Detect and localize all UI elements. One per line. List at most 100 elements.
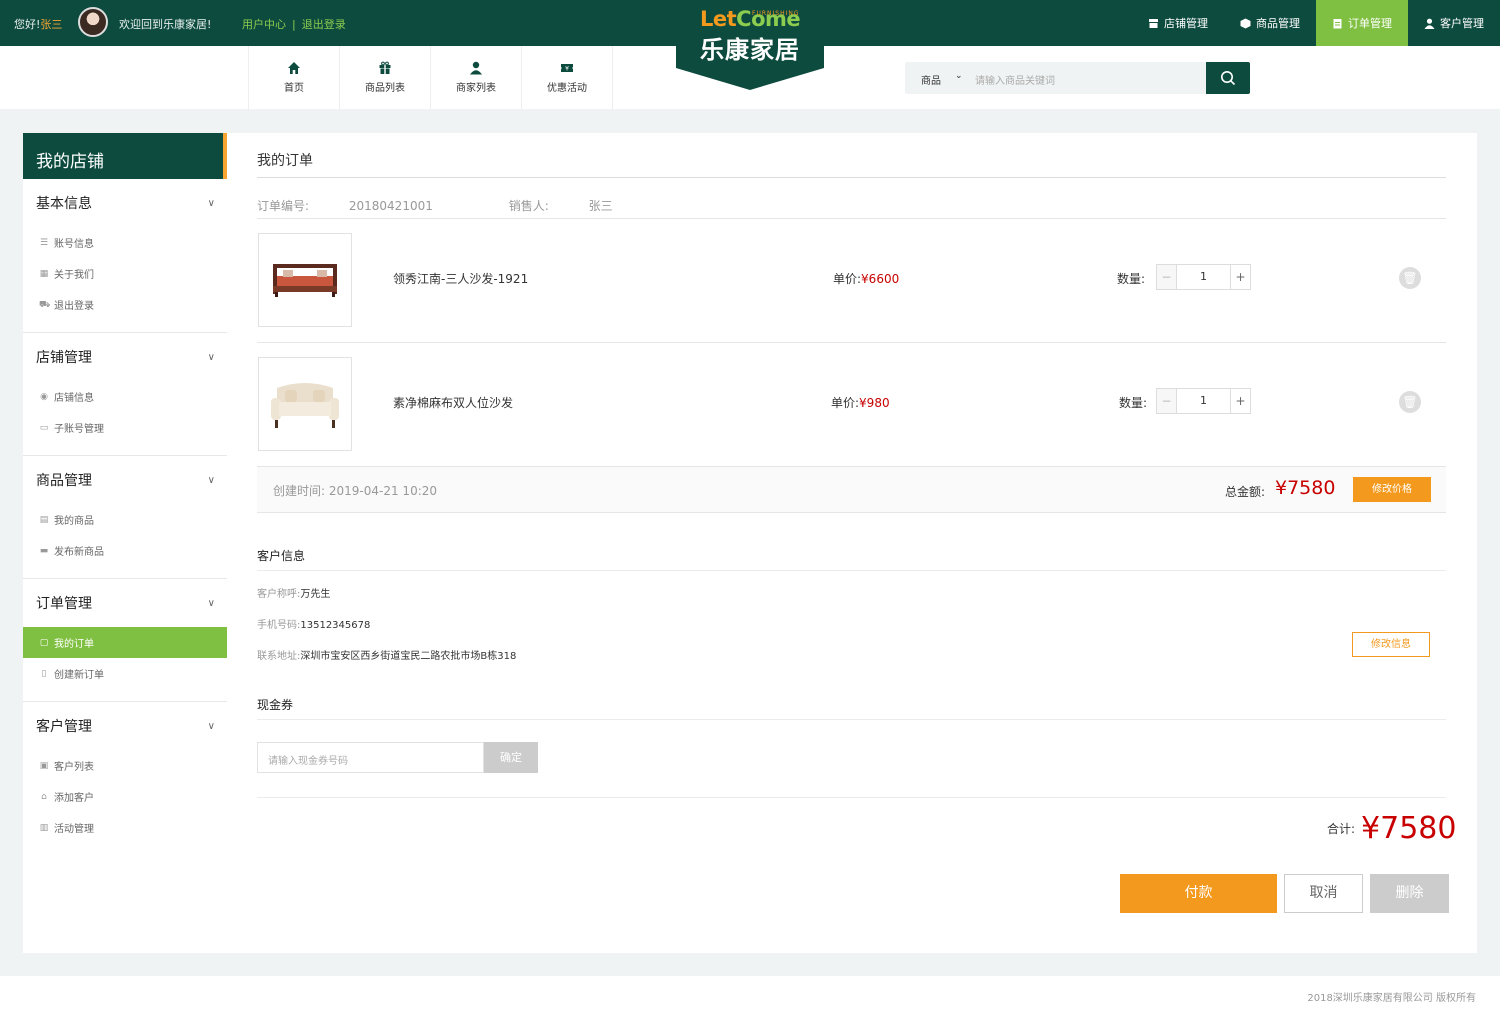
top-nav-products[interactable]: 商品管理 [1224, 0, 1316, 46]
edit-price-button[interactable]: 修改价格 [1353, 477, 1431, 502]
copyright: 2018深圳乐康家居有限公司 版权所有 [1307, 993, 1476, 1004]
avatar[interactable] [78, 7, 108, 37]
sidebar-item-label: 账号信息 [54, 239, 94, 250]
order-item-row: 领秀江南-三人沙发-1921 单价:¥6600 数量: − 1 + 🗑 [257, 233, 1446, 357]
price-value: ¥6600 [861, 272, 900, 286]
search-input[interactable]: 请输入商品关键词 [975, 72, 1055, 87]
search-bar: 商品 ⌄ 请输入商品关键词 [905, 62, 1250, 94]
sidebar-item-new-product[interactable]: ▬ 发布新商品 [23, 535, 227, 566]
search-icon [1221, 71, 1236, 86]
chevron-down-icon[interactable]: ⌄ [955, 71, 963, 81]
edit-info-button[interactable]: 修改信息 [1352, 632, 1430, 657]
sidebar-item-my-products[interactable]: ▤ 我的商品 [23, 504, 227, 535]
sidebar-item-label: 店铺信息 [54, 393, 94, 404]
increase-button[interactable]: + [1230, 265, 1250, 289]
greeting: 您好!张三 [14, 16, 62, 32]
footer: 2018深圳乐康家居有限公司 版权所有 [0, 976, 1500, 1016]
delete-item-button[interactable]: 🗑 [1399, 267, 1421, 289]
user-center-link[interactable]: 用户中心 [242, 18, 286, 31]
sidebar-item-account[interactable]: ☰ 账号信息 [23, 227, 227, 258]
chevron-down-icon: ∨ [207, 474, 215, 486]
sidebar-item-add-customer[interactable]: ⌂ 添加客户 [23, 781, 227, 812]
sidebar: 我的店铺 基本信息 ∨ ☰ 账号信息 ▦ 关于我们 ⛟ 退出登录 店铺管理 ∨ ◉ 店铺信息… [23, 133, 227, 953]
quantity-input[interactable]: 1 [1177, 389, 1230, 413]
top-nav-orders[interactable]: 订单管理 [1316, 0, 1408, 46]
svg-text:¥: ¥ [565, 66, 569, 73]
increase-button[interactable]: + [1230, 389, 1250, 413]
sidebar-group-header[interactable]: 基本信息 ∨ [23, 179, 227, 227]
user-name[interactable]: 张三 [40, 18, 62, 31]
sidebar-item-customer-list[interactable]: ▣ 客户列表 [23, 750, 227, 781]
section-divider [257, 570, 1446, 571]
customer-section-title: 客户信息 [257, 549, 306, 563]
sidebar-item-activities[interactable]: ▥ 活动管理 [23, 812, 227, 843]
created-value: 2019-04-21 10:20 [328, 484, 438, 498]
delete-item-button[interactable]: 🗑 [1399, 391, 1421, 413]
top-nav-label: 订单管理 [1348, 17, 1392, 30]
chevron-down-icon: ∨ [207, 351, 215, 363]
top-nav-customers[interactable]: 客户管理 [1408, 0, 1500, 46]
main-nav-label: 首页 [284, 83, 304, 94]
decrease-button[interactable]: − [1157, 389, 1177, 413]
delete-order-button[interactable]: 删除 [1370, 874, 1449, 913]
sidebar-group-products: 商品管理 ∨ ▤ 我的商品 ▬ 发布新商品 [23, 456, 227, 579]
sidebar-item-label: 发布新商品 [54, 547, 104, 558]
account-links: 用户中心 | 退出登录 [242, 16, 346, 32]
coupon-input[interactable]: 请输入现金券号码 [257, 742, 484, 773]
sidebar-group-title: 店铺管理 [36, 350, 92, 366]
sidebar-item-my-orders[interactable]: ▢ 我的订单 [23, 627, 227, 658]
main-nav: 首页 商品列表 商家列表 ¥ 优惠活动 [248, 46, 613, 109]
product-name[interactable]: 领秀江南-三人沙发-1921 [393, 270, 528, 287]
sidebar-item-logout[interactable]: ⛟ 退出登录 [23, 289, 227, 320]
order-meta: 订单编号: 20180421001 销售人: 张三 [257, 197, 685, 214]
main-nav-home[interactable]: 首页 [249, 46, 340, 109]
document-icon: ▯ [41, 668, 47, 679]
search-category-select[interactable]: 商品 [921, 72, 941, 87]
product-image[interactable] [258, 233, 352, 327]
grand-total-value: ¥7580 [1361, 811, 1457, 846]
sidebar-item-label: 我的商品 [54, 516, 94, 527]
main-nav-promotions[interactable]: ¥ 优惠活动 [522, 46, 613, 109]
ticket-icon: ¥ [561, 64, 573, 73]
top-nav: 店铺管理 商品管理 订单管理 客户管理 [1132, 0, 1500, 46]
coupon-confirm-button[interactable]: 确定 [484, 742, 538, 773]
sidebar-item-about[interactable]: ▦ 关于我们 [23, 258, 227, 289]
order-number: 订单编号: 20180421001 [257, 199, 469, 213]
main-nav-merchants[interactable]: 商家列表 [431, 46, 522, 109]
product-image[interactable] [258, 357, 352, 451]
quantity-stepper: − 1 + [1156, 264, 1251, 290]
order-seller: 销售人: 张三 [509, 199, 649, 213]
sidebar-group-header[interactable]: 店铺管理 ∨ [23, 333, 227, 381]
decrease-button[interactable]: − [1157, 265, 1177, 289]
logout-link[interactable]: 退出登录 [302, 18, 346, 31]
list-icon: ☰ [39, 237, 49, 248]
sidebar-group-orders: 订单管理 ∨ ▢ 我的订单 ▯ 创建新订单 [23, 579, 227, 702]
quantity-input[interactable]: 1 [1177, 265, 1230, 289]
pay-button[interactable]: 付款 [1120, 874, 1277, 913]
image-icon: ▣ [39, 760, 49, 771]
cancel-button[interactable]: 取消 [1284, 874, 1363, 913]
logo-text-cn: 乐康家居 [700, 36, 800, 64]
sidebar-item-label: 关于我们 [54, 270, 94, 281]
created-label: 创建时间: [273, 484, 326, 498]
sidebar-item-subaccounts[interactable]: ▭ 子账号管理 [23, 412, 227, 443]
order-summary-bar: 创建时间: 2019-04-21 10:20 总金额: ¥7580 修改价格 [257, 466, 1446, 513]
order-detail-panel: 我的订单 订单编号: 20180421001 销售人: 张三 领秀江南-三人沙发… [227, 133, 1477, 953]
main-nav-products[interactable]: 商品列表 [340, 46, 431, 109]
search-button[interactable] [1206, 62, 1250, 94]
sidebar-item-store-info[interactable]: ◉ 店铺信息 [23, 381, 227, 412]
top-nav-store[interactable]: 店铺管理 [1132, 0, 1224, 46]
store-icon [1149, 18, 1158, 28]
greeting-text: 您好! [14, 18, 41, 31]
sidebar-group-header[interactable]: 商品管理 ∨ [23, 456, 227, 504]
price-value: ¥980 [859, 396, 890, 410]
sidebar-item-new-order[interactable]: ▯ 创建新订单 [23, 658, 227, 689]
sidebar-group-header[interactable]: 客户管理 ∨ [23, 702, 227, 750]
sofa-image [273, 264, 337, 297]
sidebar-group-header[interactable]: 订单管理 ∨ [23, 579, 227, 627]
trash-icon: 🗑 [1402, 271, 1418, 285]
section-divider [257, 797, 1446, 798]
product-name[interactable]: 素净棉麻布双人位沙发 [393, 394, 513, 411]
